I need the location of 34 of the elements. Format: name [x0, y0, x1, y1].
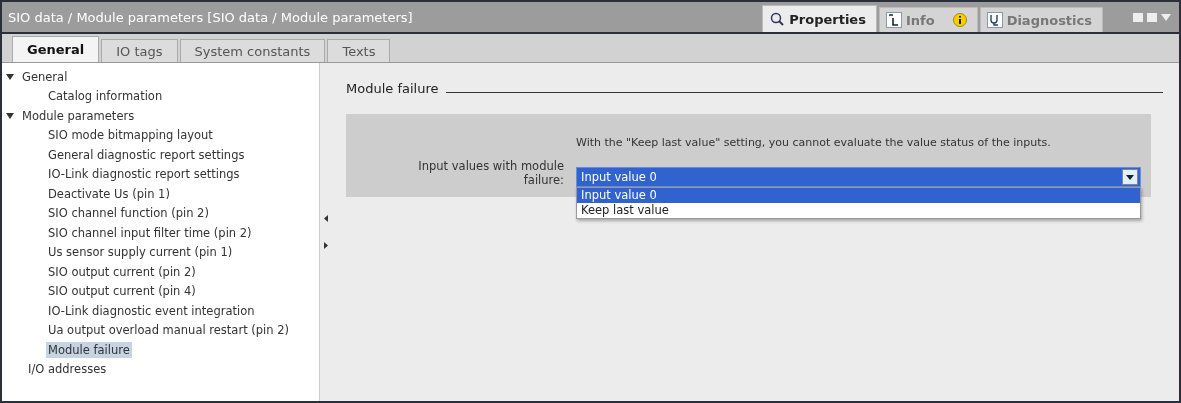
tree-item[interactable]: Us sensor supply current (pin 1) [46, 244, 235, 261]
field-label: Input values with module failure: [417, 159, 564, 187]
dropdown-option[interactable]: Keep last value [577, 203, 1140, 218]
tab[interactable]: Texts [327, 39, 391, 62]
tree-item[interactable]: SIO mode bitmapping layout [46, 127, 215, 144]
inspector-tab[interactable]: Properties [762, 5, 877, 32]
triangle-icon[interactable] [6, 72, 14, 81]
tab[interactable]: System constants [179, 39, 326, 62]
tree-item[interactable]: Catalog information [46, 88, 165, 105]
tree-item[interactable]: SIO channel function (pin 2) [46, 205, 211, 222]
magnifier-icon [769, 11, 786, 27]
tree-item[interactable]: SIO channel input filter time (pin 2) [46, 224, 254, 241]
section-title: Module failure [346, 81, 439, 96]
collapse-left-icon[interactable] [324, 215, 328, 222]
tree-item[interactable]: General diagnostic report settings [46, 146, 247, 163]
tree-item[interactable]: Ua output overload manual restart (pin 2) [46, 322, 292, 339]
tree-item[interactable]: I/O addresses [26, 361, 109, 378]
tree-item[interactable]: IO-Link diagnostic event integration [46, 302, 257, 319]
tree-item[interactable]: SIO output current (pin 2) [46, 263, 198, 280]
tab[interactable]: IO tags [101, 39, 178, 62]
tree-item[interactable]: General [20, 68, 70, 85]
dropdown-option[interactable]: Input value 0 [577, 188, 1140, 203]
dropdown-arrow-icon[interactable] [1126, 174, 1134, 180]
tree-item[interactable]: Module parameters [20, 107, 137, 124]
tree-item[interactable]: SIO output current (pin 4) [46, 283, 198, 300]
window-title: SIO data / Module parameters [SIO data / Module parameters] [8, 9, 413, 25]
info-note: With the "Keep last value" setting, you cannot evaluate the value status of the inputs. [576, 136, 1052, 149]
triangle-icon[interactable] [6, 111, 14, 120]
tab[interactable]: General [12, 36, 100, 62]
info-badge-icon [952, 13, 967, 27]
expand-right-icon[interactable] [324, 242, 328, 249]
tree-item[interactable]: Deactivate Us (pin 1) [46, 185, 172, 202]
tree-item[interactable]: Module failure [46, 341, 132, 358]
tree-item[interactable]: IO-Link diagnostic report settings [46, 166, 242, 183]
